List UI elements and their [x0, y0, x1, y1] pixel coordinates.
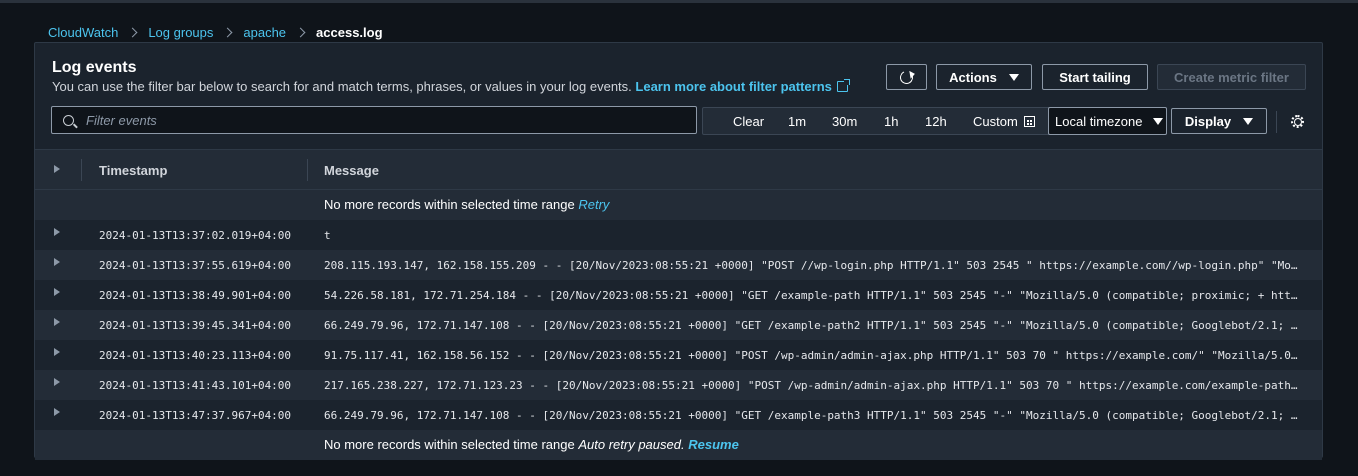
create-metric-filter-label: Create metric filter — [1174, 70, 1289, 85]
refresh-button[interactable] — [886, 64, 927, 90]
chevron-right-icon — [224, 27, 232, 39]
filter-events-input[interactable] — [86, 113, 696, 128]
timezone-label: Local timezone — [1055, 114, 1142, 129]
row-timestamp: 2024-01-13T13:37:55.619+04:00 — [99, 259, 291, 272]
row-message: 208.115.193.147, 162.158.155.209 - - [20… — [324, 259, 1300, 272]
calendar-icon — [1024, 116, 1035, 127]
page-title: Log events — [52, 59, 136, 77]
refresh-icon — [898, 69, 915, 86]
external-link-icon — [837, 81, 848, 92]
breadcrumb: CloudWatch Log groups apache access.log — [48, 25, 383, 40]
row-timestamp: 2024-01-13T13:41:43.101+04:00 — [99, 379, 291, 392]
table-row[interactable]: 2024-01-13T13:41:43.101+04:00 217.165.23… — [35, 370, 1322, 400]
column-divider — [81, 159, 82, 181]
search-icon — [63, 115, 74, 126]
row-message: t — [324, 229, 1300, 242]
breadcrumb-log-groups[interactable]: Log groups — [148, 25, 213, 40]
log-events-panel: Log events You can use the filter bar be… — [34, 42, 1323, 458]
gear-icon[interactable] — [1291, 115, 1304, 128]
bottom-notice-text: No more records within selected time ran… — [324, 437, 575, 452]
start-tailing-label: Start tailing — [1059, 70, 1131, 85]
column-divider — [307, 159, 308, 181]
learn-more-label: Learn more about filter patterns — [635, 79, 831, 94]
display-button[interactable]: Display — [1171, 108, 1267, 134]
range-1m[interactable]: 1m — [788, 114, 806, 129]
caret-down-icon — [1009, 74, 1019, 81]
chevron-right-icon — [297, 27, 305, 39]
expand-row-icon[interactable] — [54, 378, 60, 386]
row-message: 217.165.238.227, 172.71.123.23 - - [20/N… — [324, 379, 1300, 392]
auto-retry-paused-text: Auto retry paused. — [578, 437, 684, 452]
table-row[interactable]: 2024-01-13T13:38:49.901+04:00 54.226.58.… — [35, 280, 1322, 310]
row-timestamp: 2024-01-13T13:38:49.901+04:00 — [99, 289, 291, 302]
start-tailing-button[interactable]: Start tailing — [1042, 64, 1148, 90]
expand-row-icon[interactable] — [54, 288, 60, 296]
column-message[interactable]: Message — [324, 163, 379, 178]
top-notice-content: No more records within selected time ran… — [324, 197, 609, 212]
table-header: Timestamp Message — [35, 149, 1322, 190]
row-timestamp: 2024-01-13T13:37:02.019+04:00 — [99, 229, 291, 242]
filter-bar[interactable] — [51, 106, 697, 134]
row-timestamp: 2024-01-13T13:40:23.113+04:00 — [99, 349, 291, 362]
learn-more-link[interactable]: Learn more about filter patterns — [635, 79, 847, 94]
breadcrumb-current: access.log — [316, 25, 383, 40]
breadcrumb-apache[interactable]: apache — [243, 25, 286, 40]
timezone-select[interactable]: Local timezone — [1048, 107, 1167, 135]
table-row[interactable]: 2024-01-13T13:37:55.619+04:00 208.115.19… — [35, 250, 1322, 280]
row-timestamp: 2024-01-13T13:39:45.341+04:00 — [99, 319, 291, 332]
actions-label: Actions — [949, 70, 997, 85]
table-row[interactable]: 2024-01-13T13:47:37.967+04:00 66.249.79.… — [35, 400, 1322, 430]
bottom-notice-content: No more records within selected time ran… — [324, 437, 739, 452]
column-timestamp[interactable]: Timestamp — [99, 163, 167, 178]
resume-link[interactable]: Resume — [688, 437, 739, 452]
table-row[interactable]: 2024-01-13T13:37:02.019+04:00 t — [35, 220, 1322, 250]
actions-button[interactable]: Actions — [936, 64, 1032, 90]
display-label: Display — [1185, 114, 1231, 129]
row-timestamp: 2024-01-13T13:47:37.967+04:00 — [99, 409, 291, 422]
expand-row-icon[interactable] — [54, 318, 60, 326]
range-custom[interactable]: Custom — [973, 114, 1035, 129]
log-events-table: Timestamp Message No more records within… — [35, 149, 1322, 460]
toolbar-divider — [1276, 111, 1277, 133]
top-border — [0, 0, 1358, 3]
table-row[interactable]: 2024-01-13T13:39:45.341+04:00 66.249.79.… — [35, 310, 1322, 340]
caret-down-icon — [1243, 118, 1253, 125]
clear-button[interactable]: Clear — [733, 114, 764, 129]
expand-row-icon[interactable] — [54, 348, 60, 356]
row-message: 91.75.117.41, 162.158.56.152 - - [20/Nov… — [324, 349, 1300, 362]
table-row[interactable]: 2024-01-13T13:40:23.113+04:00 91.75.117.… — [35, 340, 1322, 370]
top-notice: No more records within selected time ran… — [35, 190, 1322, 220]
caret-down-icon — [1153, 118, 1163, 125]
expand-row-icon[interactable] — [54, 258, 60, 266]
description-text: You can use the filter bar below to sear… — [52, 79, 632, 94]
expand-all-icon[interactable] — [54, 165, 60, 173]
breadcrumb-cloudwatch[interactable]: CloudWatch — [48, 25, 118, 40]
row-message: 54.226.58.181, 172.71.254.184 - - [20/No… — [324, 289, 1300, 302]
range-30m[interactable]: 30m — [832, 114, 857, 129]
page-description: You can use the filter bar below to sear… — [52, 79, 848, 94]
range-1h[interactable]: 1h — [884, 114, 898, 129]
range-12h[interactable]: 12h — [925, 114, 947, 129]
chevron-right-icon — [129, 27, 137, 39]
row-message: 66.249.79.96, 172.71.147.108 - - [20/Nov… — [324, 409, 1300, 422]
custom-label: Custom — [973, 114, 1018, 129]
retry-link[interactable]: Retry — [578, 197, 609, 212]
expand-row-icon[interactable] — [54, 228, 60, 236]
top-notice-text: No more records within selected time ran… — [324, 197, 575, 212]
expand-row-icon[interactable] — [54, 408, 60, 416]
bottom-notice: No more records within selected time ran… — [35, 430, 1322, 460]
row-message: 66.249.79.96, 172.71.147.108 - - [20/Nov… — [324, 319, 1300, 332]
create-metric-filter-button[interactable]: Create metric filter — [1157, 64, 1306, 90]
